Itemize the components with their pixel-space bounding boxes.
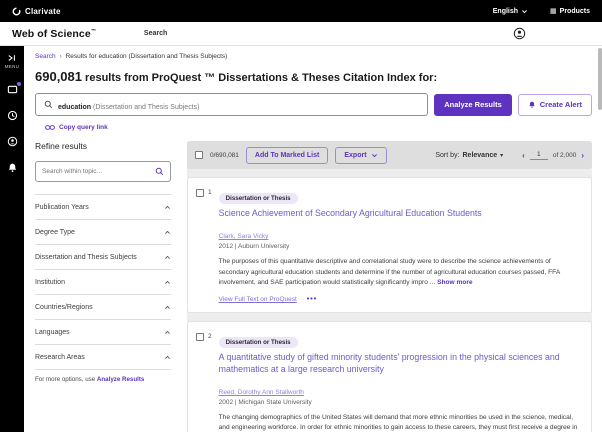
select-result-checkbox[interactable]: [196, 189, 204, 197]
page-title: 690,081 results from ProQuest ™ Disserta…: [35, 69, 438, 84]
products-menu[interactable]: ▦ Products: [550, 8, 590, 15]
view-full-text-link[interactable]: View Full Text on ProQuest: [219, 296, 297, 303]
web-of-science-logo[interactable]: Web of Science™: [12, 28, 96, 40]
chevron-up-icon: [165, 255, 170, 259]
select-all-checkbox[interactable]: [195, 151, 203, 159]
notification-dot: [16, 82, 21, 86]
chevron-up-icon: [165, 205, 170, 209]
left-rail: MENU: [0, 46, 24, 432]
analyze-results-link[interactable]: Analyze Results: [97, 376, 144, 383]
bell-icon: [529, 101, 535, 108]
refine-section-research-areas[interactable]: Research Areas: [35, 344, 171, 369]
query-term: education: [58, 103, 92, 111]
refine-section-degree-type[interactable]: Degree Type: [35, 219, 171, 244]
refine-panel: Refine results Publication Years Degree …: [35, 141, 171, 383]
query-qualifier: (Dissertation and Thesis Subjects): [91, 103, 200, 111]
prev-page-button[interactable]: ‹: [522, 151, 525, 160]
author-link[interactable]: Reed, Dorothy Ann Stallworth: [219, 389, 304, 396]
result-card: 2 Dissertation or Thesis A quantitative …: [187, 321, 592, 432]
result-title-link[interactable]: A quantitative study of gifted minority …: [219, 352, 579, 375]
create-alert-button[interactable]: Create Alert: [517, 93, 592, 116]
next-page-button[interactable]: ›: [581, 151, 584, 160]
refine-section-institution[interactable]: Institution: [35, 269, 171, 294]
copy-query-link[interactable]: Copy query link: [45, 124, 592, 131]
results-count: 690,081: [35, 69, 82, 84]
nav-search[interactable]: Search: [144, 30, 167, 37]
refine-search-box[interactable]: [35, 161, 171, 182]
chevron-down-icon: [522, 9, 527, 13]
add-to-marked-list-button[interactable]: Add To Marked List: [245, 146, 329, 164]
products-panel-button[interactable]: [7, 82, 21, 95]
refine-footer: For more options, use Analyze Results: [35, 369, 171, 383]
refine-section-languages[interactable]: Languages: [35, 319, 171, 344]
search-query-input[interactable]: education (Dissertation and Thesis Subje…: [35, 93, 429, 116]
results-list: 0/690,081 Add To Marked List Export Sort…: [187, 141, 592, 432]
result-title-link[interactable]: Science Achievement of Secondary Agricul…: [219, 208, 579, 219]
export-button[interactable]: Export: [335, 146, 387, 164]
result-number: 1: [208, 189, 212, 196]
result-number: 2: [208, 333, 212, 341]
refine-section-dissertation-subjects[interactable]: Dissertation and Thesis Subjects: [35, 244, 171, 269]
refine-title: Refine results: [35, 141, 87, 151]
show-more-link[interactable]: Show more: [437, 279, 473, 286]
scrollbar-thumb[interactable]: [598, 48, 602, 110]
result-meta: 2002 | Michigan State University: [218, 398, 312, 406]
sort-dropdown[interactable]: Sort by: Relevance ▾: [435, 152, 503, 159]
search-icon: [155, 167, 164, 176]
alerts-bell-button[interactable]: [7, 162, 18, 173]
select-result-checkbox[interactable]: [196, 333, 204, 342]
doc-type-badge: Dissertation or Thesis: [218, 337, 298, 349]
chevron-up-icon: [165, 305, 170, 309]
page-number-input[interactable]: 1: [529, 151, 548, 160]
author-link[interactable]: Clark, Sara Vicky: [219, 233, 269, 240]
more-options-icon[interactable]: •••: [307, 296, 317, 303]
result-card: 1 Dissertation or Thesis Science Achieve…: [187, 177, 592, 314]
pagination: ‹ 1 of 2,000 ›: [522, 151, 584, 160]
clarivate-brand-label: Clarivate: [25, 6, 61, 16]
refine-search-input[interactable]: [42, 168, 155, 175]
breadcrumb-separator: ›: [59, 53, 62, 60]
results-toolbar: 0/690,081 Add To Marked List Export Sort…: [187, 141, 592, 169]
chevron-up-icon: [165, 330, 170, 334]
top-app-bar: Clarivate English ▦ Products: [0, 0, 602, 22]
menu-label: MENU: [4, 64, 20, 69]
page-total: of 2,000: [552, 151, 577, 159]
language-label: English: [492, 7, 519, 15]
result-meta: 2012 | Auburn University: [218, 243, 290, 251]
menu-collapse-button[interactable]: MENU: [5, 54, 19, 69]
chevron-up-icon: [165, 355, 170, 359]
refine-section-publication-years[interactable]: Publication Years: [35, 194, 171, 219]
profile-button[interactable]: [7, 136, 18, 147]
user-account-icon[interactable]: [513, 27, 526, 40]
selected-count: 0/690,081: [210, 151, 239, 159]
collapse-arrow-icon: [8, 55, 15, 61]
app-header: Web of Science™ Search: [0, 22, 602, 46]
products-grid-icon: ▦: [550, 7, 557, 15]
link-icon: [45, 125, 55, 130]
main-content: Search › Results for education (Disserta…: [24, 46, 602, 432]
chevron-up-icon: [165, 230, 170, 234]
breadcrumb-current: Results for education (Dissertation and …: [65, 53, 228, 60]
clarivate-brand: Clarivate: [12, 7, 61, 16]
caret-down-icon: ▾: [500, 152, 504, 159]
result-abstract: The purposes of this quantitative descri…: [218, 258, 560, 286]
clarivate-logo-icon: [12, 7, 21, 16]
chevron-up-icon: [165, 280, 170, 284]
history-button[interactable]: [7, 110, 18, 121]
doc-type-badge: Dissertation or Thesis: [218, 193, 298, 204]
search-icon: [44, 100, 53, 109]
language-selector[interactable]: English: [493, 8, 528, 15]
result-abstract: The changing demographics of the United …: [218, 413, 578, 432]
breadcrumb: Search › Results for education (Disserta…: [35, 53, 592, 60]
analyze-results-button[interactable]: Analyze Results: [434, 93, 512, 116]
refine-section-countries-regions[interactable]: Countries/Regions: [35, 294, 171, 319]
products-label: Products: [559, 7, 590, 15]
chevron-down-icon: [371, 153, 377, 157]
breadcrumb-search-link[interactable]: Search: [35, 53, 56, 60]
